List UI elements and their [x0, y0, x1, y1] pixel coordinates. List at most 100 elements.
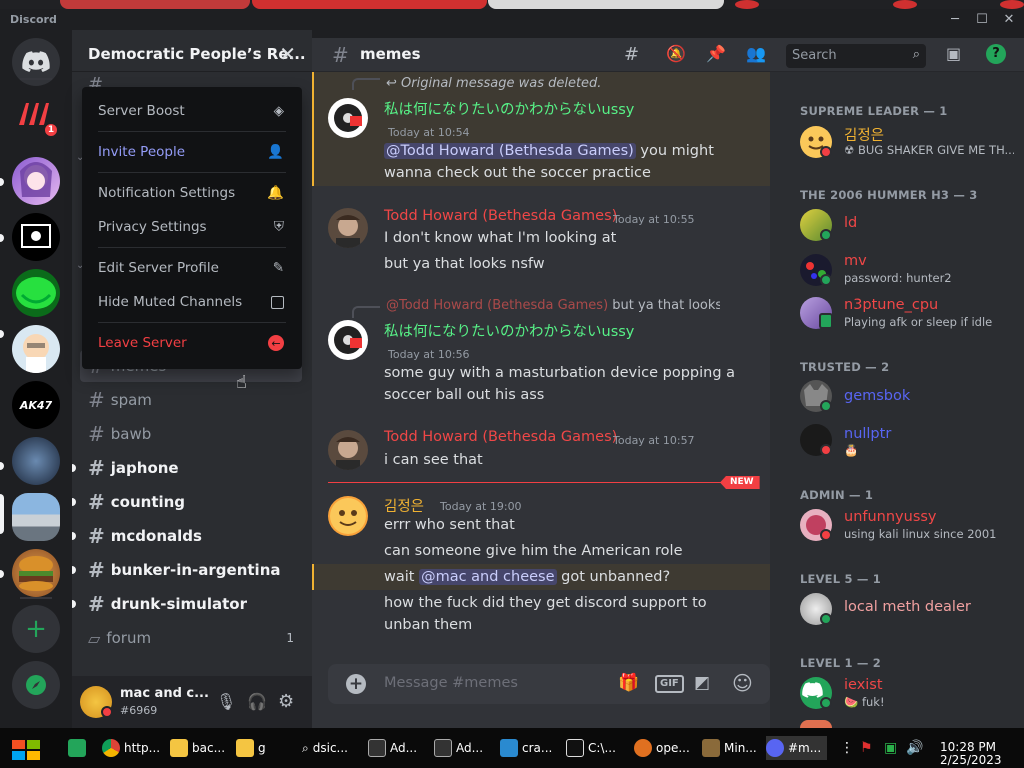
message-author[interactable]: Todd Howard (Bethesda Games)	[384, 429, 617, 445]
taskbar-app-search[interactable]: ⌕ dsic...	[302, 736, 348, 760]
user-tag: #6969	[120, 704, 158, 717]
member-name[interactable]: mv	[844, 253, 867, 269]
status-dnd-icon	[101, 706, 113, 718]
pencil-icon: ✎	[272, 260, 284, 276]
minimize-icon[interactable]: ─	[948, 13, 962, 27]
rail-divider	[20, 597, 52, 599]
emoji-icon[interactable]: ☺	[732, 671, 753, 695]
user-mention[interactable]: @Todd Howard (Bethesda Games)	[384, 143, 636, 159]
avatar-todd[interactable]	[328, 208, 368, 248]
start-button-icon[interactable]	[10, 738, 42, 762]
menu-privacy-settings[interactable]: Privacy Settings ⛨	[90, 211, 294, 243]
tray-network-icon[interactable]: ▣	[884, 740, 897, 756]
member-name[interactable]: gemsbok	[844, 388, 910, 404]
channel-forum[interactable]: ▱ forum 1	[80, 622, 302, 654]
close-window-icon[interactable]: ✕	[1002, 13, 1016, 27]
server-icon-tv[interactable]	[12, 213, 60, 261]
status-online-icon	[820, 697, 832, 709]
menu-hide-muted-channels[interactable]: Hide Muted Channels	[90, 286, 294, 318]
channel-spam[interactable]: # spam	[80, 384, 302, 416]
threads-icon[interactable]: #	[624, 44, 639, 65]
settings-gear-icon[interactable]: ⚙	[278, 691, 294, 712]
taskbar-app-minecraft[interactable]: Min...	[702, 736, 757, 760]
server-header[interactable]: Democratic People’s Re... ✕	[72, 38, 312, 72]
taskbar-app-cmd[interactable]: Ad...	[368, 736, 417, 760]
help-icon[interactable]: ?	[986, 44, 1006, 64]
taskbar-app-7zip[interactable]: C:\...	[566, 736, 616, 760]
server-icon-peter[interactable]	[12, 325, 60, 373]
channel-mcdonalds[interactable]: # mcdonalds	[80, 520, 302, 552]
member-group-header: SUPREME LEADER — 1	[800, 104, 948, 118]
taskbar-app-folder[interactable]: bac...	[170, 736, 225, 760]
menu-leave-server[interactable]: Leave Server ←	[90, 327, 294, 359]
channel-drunk-simulator[interactable]: # drunk-simulator	[80, 588, 302, 620]
members-list-icon[interactable]: 👥	[746, 44, 766, 63]
avatar-kim[interactable]	[328, 496, 368, 536]
taskbar-app-cra[interactable]: cra...	[500, 736, 552, 760]
menu-invite-people[interactable]: Invite People 👤	[90, 136, 294, 168]
status-online-icon	[820, 400, 832, 412]
menu-notification-settings[interactable]: Notification Settings 🔔	[90, 177, 294, 209]
member-name[interactable]: iexist	[844, 677, 883, 693]
member-name[interactable]: nullptr	[844, 426, 891, 442]
server-icon-trollface[interactable]	[12, 269, 60, 317]
maximize-icon[interactable]: ☐	[975, 13, 989, 27]
close-menu-icon[interactable]: ✕	[279, 42, 296, 66]
channel-bunker-in-argentina[interactable]: # bunker-in-argentina	[80, 554, 302, 586]
server-icon-space[interactable]	[12, 437, 60, 485]
microphone-icon[interactable]: 🎙	[216, 692, 236, 711]
taskbar-app-discord[interactable]: #m...	[766, 736, 828, 760]
channel-japhone[interactable]: # japhone	[80, 452, 302, 484]
member-name[interactable]: n3ptune_cpu	[844, 297, 938, 313]
member-name[interactable]: local meth dealer	[844, 599, 971, 615]
browser-tab-strip	[0, 0, 1024, 9]
mute-bell-icon[interactable]: 🔕	[666, 44, 686, 63]
explore-icon[interactable]	[12, 661, 60, 709]
channel-counting[interactable]: # counting	[80, 486, 302, 518]
tray-volume-icon[interactable]: 🔊	[906, 740, 923, 756]
server-icon-anime[interactable]	[12, 157, 60, 205]
checkbox-icon[interactable]	[271, 295, 284, 309]
server-icon-ak47[interactable]: AK47	[12, 381, 60, 429]
headphones-icon[interactable]: 🎧	[247, 692, 267, 711]
menu-server-boost[interactable]: Server Boost ◈	[90, 95, 294, 127]
message-input[interactable]: + Message #memes 🎁 GIF ◩ ☺	[328, 664, 770, 704]
reply-spine	[352, 306, 380, 318]
add-server-icon[interactable]: +	[12, 605, 60, 653]
clock-date[interactable]: 2/25/2023	[940, 753, 1002, 767]
server-icon-burger[interactable]	[12, 549, 60, 597]
member-name[interactable]: 김정은	[844, 124, 884, 145]
message-author[interactable]: 김정은	[384, 495, 424, 516]
reply-preview[interactable]: @Todd Howard (Bethesda Games) but ya tha…	[386, 298, 720, 313]
member-name[interactable]: ld	[844, 215, 857, 231]
member-name[interactable]: unfunnyussy	[844, 509, 937, 525]
gif-button[interactable]: GIF	[655, 675, 684, 693]
channel-bawb[interactable]: # bawb	[80, 418, 302, 450]
sticker-icon[interactable]: ◩	[694, 673, 710, 693]
message-timestamp: Today at 10:57	[613, 434, 695, 447]
taskbar-app-ope[interactable]: ope...	[634, 736, 690, 760]
avatar-ussy[interactable]	[328, 320, 368, 360]
search-input[interactable]: Search ⌕	[786, 44, 926, 68]
inbox-icon[interactable]: ▣	[946, 44, 961, 63]
pin-icon[interactable]: 📌	[706, 44, 726, 63]
attach-plus-icon[interactable]: +	[346, 674, 366, 694]
clock-time[interactable]: 10:28 PM	[940, 740, 996, 754]
avatar-todd[interactable]	[328, 430, 368, 470]
message-line: errr who sent that	[384, 517, 515, 533]
avatar-ussy[interactable]	[328, 98, 368, 138]
taskbar-app-folder[interactable]: g	[236, 736, 266, 760]
user-mention[interactable]: @mac and cheese	[419, 569, 557, 585]
message-author[interactable]: 私は何になりたいのかわからないussy	[384, 98, 634, 119]
message-author[interactable]: 私は何になりたいのかわからないussy	[384, 320, 634, 341]
message-author[interactable]: Todd Howard (Bethesda Games)	[384, 208, 617, 224]
gift-icon[interactable]: 🎁	[618, 673, 639, 693]
taskbar-app-cmd[interactable]: Ad...	[434, 736, 483, 760]
menu-edit-server-profile[interactable]: Edit Server Profile ✎	[90, 252, 294, 284]
tray-overflow-icon[interactable]: ⋮	[840, 740, 854, 756]
server-icon-building[interactable]	[12, 493, 60, 541]
taskbar-app-chrome[interactable]: http...	[102, 736, 160, 760]
tray-flag-icon[interactable]: ⚑	[860, 740, 873, 756]
add-person-icon: 👤	[267, 144, 284, 160]
taskbar-app-notepad[interactable]	[68, 736, 90, 760]
